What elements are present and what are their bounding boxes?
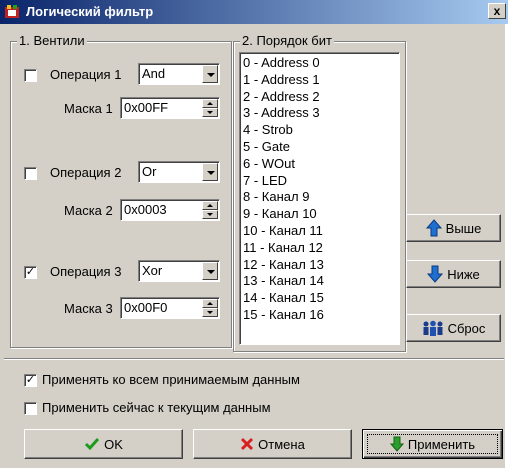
move-down-button[interactable]: Ниже	[406, 260, 501, 288]
list-item[interactable]: 3 - Address 3	[243, 105, 399, 122]
cancel-label: Отмена	[258, 436, 305, 452]
operation-3-checkbox[interactable]: ✓	[24, 266, 37, 279]
move-up-button[interactable]: Выше	[406, 214, 501, 242]
apply-all-checkbox[interactable]: ✓	[24, 374, 37, 387]
apply-now-label: Применить сейчас к текущим данным	[42, 400, 271, 415]
mask-3-label: Маска 3	[64, 301, 113, 316]
dialog-window: Логический фильтр x 1. Вентили Операция …	[0, 0, 508, 468]
list-item[interactable]: 13 - Канал 14	[243, 273, 399, 290]
operation-1-value: And	[142, 66, 166, 81]
mask-3-value: 0x00F0	[124, 300, 168, 315]
list-item[interactable]: 4 - Strob	[243, 122, 399, 139]
chevron-down-icon[interactable]	[202, 65, 218, 83]
operation-2-label: Операция 2	[50, 165, 122, 180]
move-up-label: Выше	[445, 220, 482, 236]
spin-up-icon[interactable]	[202, 99, 218, 108]
move-down-label: Ниже	[447, 266, 480, 282]
spin-down-icon[interactable]	[202, 308, 218, 317]
operation-2-checkbox[interactable]	[24, 167, 37, 180]
list-item[interactable]: 8 - Канал 9	[243, 189, 399, 206]
spin-up-icon[interactable]	[202, 299, 218, 308]
operation-2-select[interactable]: Or	[138, 161, 220, 183]
arrow-down-icon	[389, 436, 404, 452]
reset-label: Сброс	[447, 320, 486, 336]
cancel-button[interactable]: Отмена	[193, 429, 352, 459]
bit-order-list[interactable]: 0 - Address 01 - Address 12 - Address 23…	[239, 52, 400, 345]
list-item[interactable]: 1 - Address 1	[243, 72, 399, 89]
bit-order-group-title: 2. Порядок бит	[240, 33, 334, 49]
spin-down-icon[interactable]	[202, 210, 218, 219]
list-item[interactable]: 7 - LED	[243, 173, 399, 190]
check-icon	[85, 438, 100, 451]
list-item[interactable]: 14 - Канал 15	[243, 290, 399, 307]
list-item[interactable]: 0 - Address 0	[243, 55, 399, 72]
ok-button[interactable]: OK	[24, 429, 183, 459]
spin-up-icon[interactable]	[202, 201, 218, 210]
operation-1-select[interactable]: And	[138, 63, 220, 85]
chevron-down-icon[interactable]	[202, 262, 218, 280]
divider	[4, 358, 504, 360]
arrow-down-icon	[427, 265, 444, 283]
close-icon	[241, 437, 254, 451]
window-title: Логический фильтр	[26, 4, 154, 19]
chevron-down-icon[interactable]	[202, 163, 218, 181]
mask-1-label: Маска 1	[64, 101, 113, 116]
list-item[interactable]: 6 - WOut	[243, 156, 399, 173]
check-icon: ✓	[25, 266, 36, 278]
list-item[interactable]: 2 - Address 2	[243, 89, 399, 106]
people-icon	[423, 320, 443, 336]
check-icon: ✓	[25, 374, 36, 386]
mask-2-label: Маска 2	[64, 203, 113, 218]
apply-button[interactable]: Применить	[362, 429, 503, 459]
app-icon	[5, 5, 19, 18]
reset-button[interactable]: Сброс	[406, 314, 501, 342]
list-item[interactable]: 15 - Канал 16	[243, 307, 399, 324]
mask-2-stepper[interactable]: 0x0003	[120, 199, 220, 221]
list-item[interactable]: 10 - Канал 11	[243, 223, 399, 240]
operation-1-checkbox[interactable]	[24, 69, 37, 82]
title-bar[interactable]: Логический фильтр x	[0, 0, 508, 24]
arrow-up-icon	[425, 219, 442, 237]
list-item[interactable]: 12 - Канал 13	[243, 257, 399, 274]
operation-1-label: Операция 1	[50, 67, 122, 82]
mask-3-stepper[interactable]: 0x00F0	[120, 297, 220, 319]
list-item[interactable]: 11 - Канал 12	[243, 240, 399, 257]
close-button[interactable]: x	[488, 3, 506, 19]
ok-label: OK	[104, 436, 123, 452]
mask-1-stepper[interactable]: 0x00FF	[120, 97, 220, 119]
operation-3-value: Xor	[142, 263, 163, 278]
apply-label: Применить	[407, 436, 476, 452]
apply-now-checkbox[interactable]	[24, 402, 37, 415]
spin-down-icon[interactable]	[202, 108, 218, 117]
operation-2-value: Or	[142, 164, 157, 179]
operation-3-label: Операция 3	[50, 264, 122, 279]
mask-1-value: 0x00FF	[124, 100, 169, 115]
list-item[interactable]: 9 - Канал 10	[243, 206, 399, 223]
list-item[interactable]: 5 - Gate	[243, 139, 399, 156]
gates-group-title: 1. Вентили	[17, 33, 87, 49]
mask-2-value: 0x0003	[124, 202, 167, 217]
operation-3-select[interactable]: Xor	[138, 260, 220, 282]
apply-all-label: Применять ко всем принимаемым данным	[42, 372, 300, 387]
close-icon: x	[493, 4, 501, 18]
